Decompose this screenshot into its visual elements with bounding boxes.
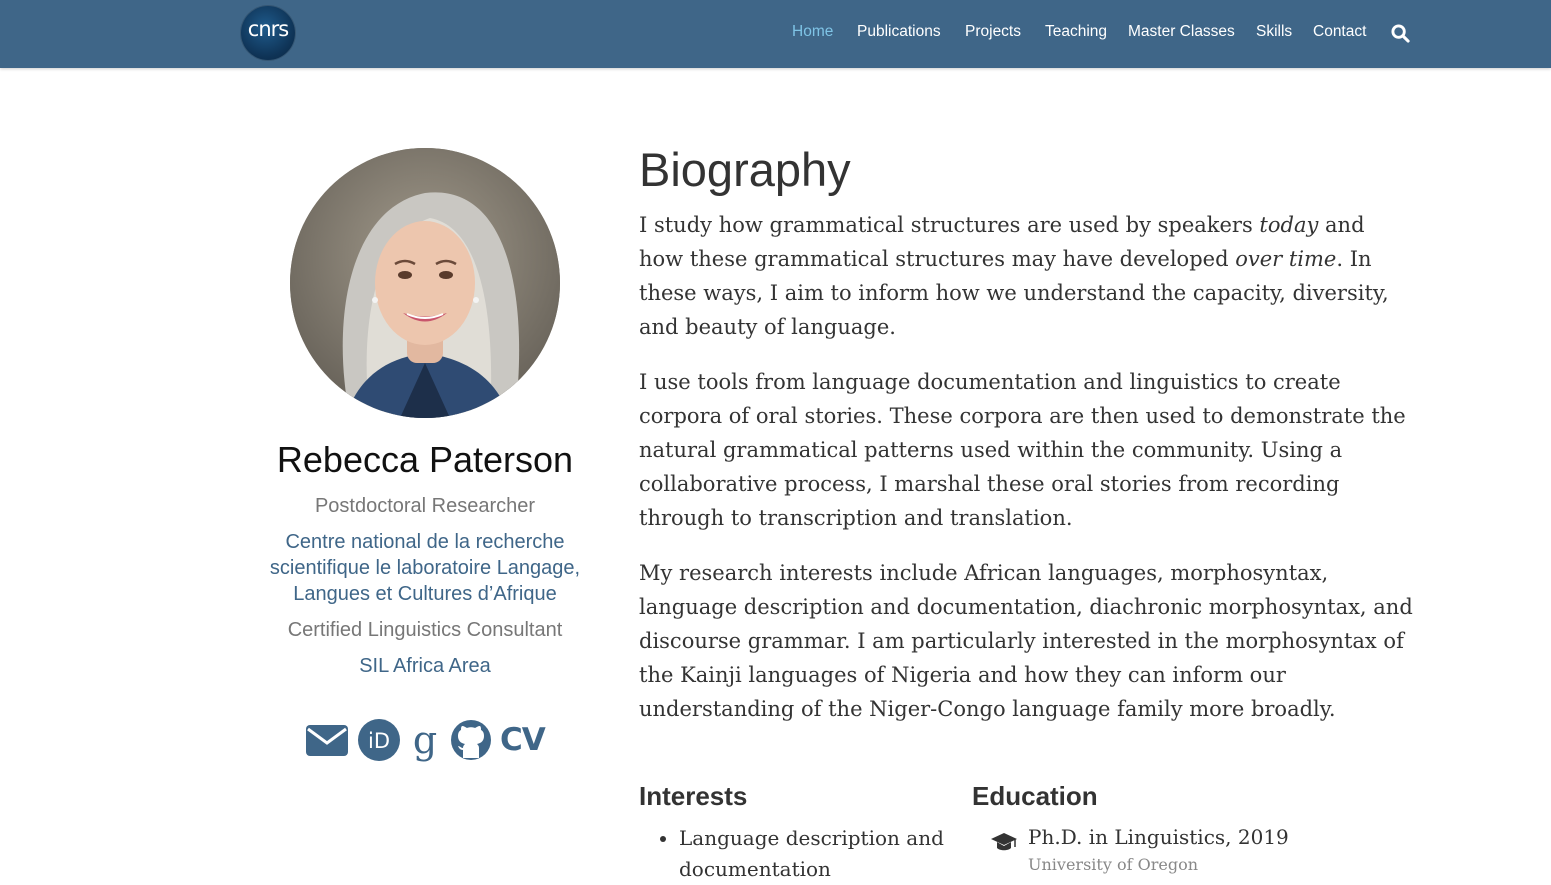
- orcid-icon[interactable]: iD: [357, 718, 401, 762]
- interest-item: Language description and documentation: [679, 823, 979, 885]
- logo-text: cnrs: [247, 17, 289, 41]
- profile-name: Rebecca Paterson: [276, 439, 574, 480]
- nav-item-contact[interactable]: Contact: [1313, 22, 1366, 42]
- envelope-icon[interactable]: [305, 718, 349, 762]
- navbar: cnrs Home Publications Projects Teaching…: [0, 0, 1551, 68]
- nav-item-skills[interactable]: Skills: [1256, 22, 1292, 42]
- education-school: University of Oregon: [1028, 855, 1198, 874]
- graduation-cap-icon: [991, 833, 1017, 851]
- biography-paragraph-3: My research interests include African la…: [639, 561, 1413, 721]
- interests-title: Interests: [639, 781, 748, 811]
- biography-paragraph-2: I use tools from language documentation …: [639, 370, 1406, 530]
- education-degree: Ph.D. in Linguistics, 2019: [1028, 825, 1289, 849]
- github-icon[interactable]: [450, 718, 492, 762]
- nav-item-master-classes[interactable]: Master Classes: [1128, 22, 1235, 42]
- cnrs-logo[interactable]: cnrs: [241, 6, 295, 60]
- education-title: Education: [972, 781, 1098, 811]
- biography-title: Biography: [639, 143, 851, 196]
- interests-list: Language description and documentation: [639, 823, 979, 885]
- google-scholar-icon[interactable]: g: [408, 718, 442, 762]
- svg-text:g: g: [413, 718, 437, 762]
- search-icon[interactable]: [1391, 24, 1410, 43]
- nav-item-teaching[interactable]: Teaching: [1045, 22, 1107, 42]
- profile-org-sil[interactable]: SIL Africa Area: [255, 653, 595, 679]
- avatar-portrait: [290, 148, 560, 418]
- nav-item-publications[interactable]: Publications: [857, 22, 941, 42]
- profile-org-cnrs[interactable]: Centre national de la recherche scientif…: [255, 529, 595, 607]
- biography-paragraph-1: I study how grammatical structures are u…: [639, 213, 1389, 339]
- nav-item-projects[interactable]: Projects: [965, 22, 1021, 42]
- svg-text:iD: iD: [368, 729, 390, 753]
- cv-icon[interactable]: CV: [500, 718, 546, 762]
- avatar: [290, 148, 560, 418]
- profile-role-consultant: Certified Linguistics Consultant: [287, 619, 563, 641]
- profile-role-postdoc: Postdoctoral Researcher: [314, 495, 536, 517]
- nav-item-home[interactable]: Home: [792, 22, 833, 42]
